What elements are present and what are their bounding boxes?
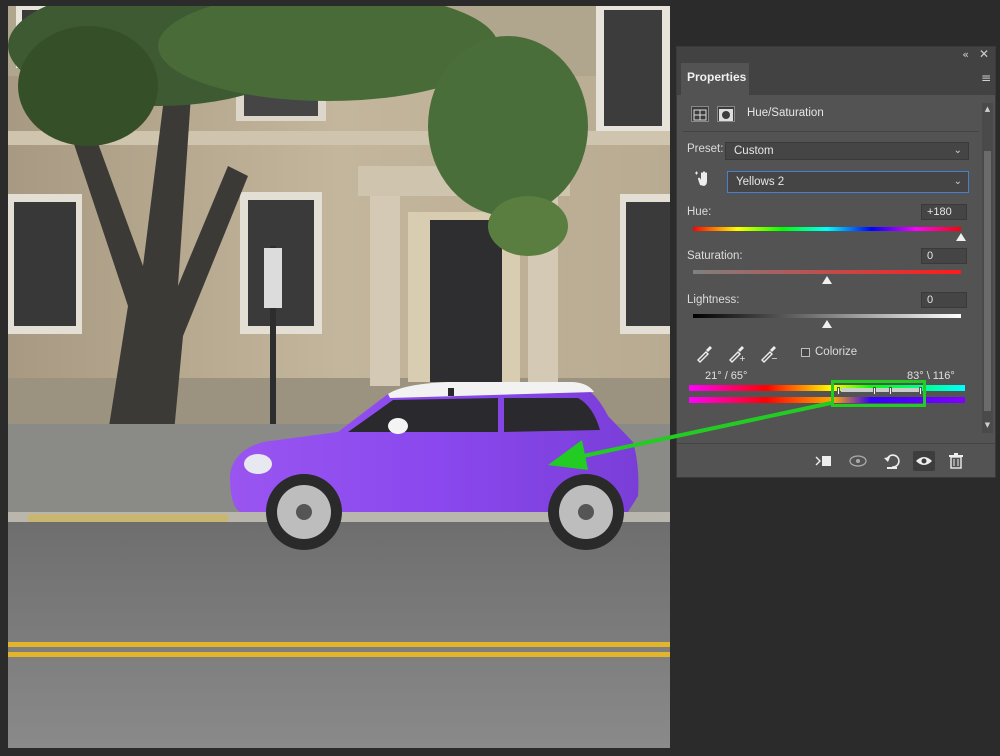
hue-slider-track[interactable] [693,227,961,231]
saturation-slider-thumb[interactable] [822,276,832,284]
lightness-slider-track[interactable] [693,314,961,318]
view-previous-icon[interactable] [847,451,869,471]
document-canvas[interactable] [8,6,670,748]
properties-panel: « ✕ Properties ≡ Hue/Saturation Preset: … [676,46,996,478]
lightness-label: Lightness: [687,294,740,306]
scroll-up-icon[interactable]: ▲ [982,105,993,115]
saturation-label: Saturation: [687,250,743,262]
lightness-slider-thumb[interactable] [822,320,832,328]
lightness-input[interactable]: 0 [921,292,967,308]
preset-label: Preset: [687,143,724,155]
trash-icon[interactable] [945,451,967,471]
visibility-icon[interactable] [913,451,935,471]
color-range-value: Yellows 2 [736,176,785,188]
panel-title-bar: « ✕ [677,47,995,63]
chevron-down-icon: ⌄ [953,145,962,156]
scroll-thumb[interactable] [984,151,991,411]
highlight-box [831,380,926,407]
preset-value: Custom [734,145,774,157]
panel-bottom-toolbar [677,443,995,477]
eyedropper-icon[interactable] [695,343,715,363]
layer-mask-icon[interactable] [717,106,735,122]
tab-properties[interactable]: Properties [681,63,749,95]
chevron-down-icon: ⌄ [953,176,962,187]
adjustment-title: Hue/Saturation [747,107,824,119]
reset-icon[interactable] [881,451,903,471]
range-left-values: 21° / 65° [705,370,748,382]
close-panel-button[interactable]: ✕ [979,47,989,62]
colorize-checkbox[interactable] [801,348,810,357]
hue-input[interactable]: +180 [921,204,967,220]
colorize-label: Colorize [815,346,858,358]
adjustment-layer-icon[interactable] [691,106,709,122]
svg-text:−: − [771,354,778,363]
preset-select[interactable]: Custom ⌄ [725,142,969,160]
scroll-down-icon[interactable]: ▼ [982,421,993,431]
photo-street-scene [8,6,670,748]
svg-text:+: + [739,354,746,363]
eyedropper-subtract-icon[interactable]: − [759,343,779,363]
saturation-input[interactable]: 0 [921,248,967,264]
hand-target-icon[interactable] [693,169,713,189]
color-range-select[interactable]: Yellows 2 ⌄ [727,171,969,193]
clip-to-layer-icon[interactable] [813,451,835,471]
collapse-panels-button[interactable]: « [962,47,969,62]
hue-label: Hue: [687,206,712,218]
saturation-slider-track[interactable] [693,270,961,274]
panel-scrollbar[interactable]: ▲ ▼ [982,103,993,433]
divider [683,131,979,132]
eyedropper-add-icon[interactable]: + [727,343,747,363]
panel-menu-icon[interactable]: ≡ [981,71,991,85]
panel-tab-row: Properties ≡ [677,63,995,95]
hue-slider-thumb[interactable] [956,233,966,241]
